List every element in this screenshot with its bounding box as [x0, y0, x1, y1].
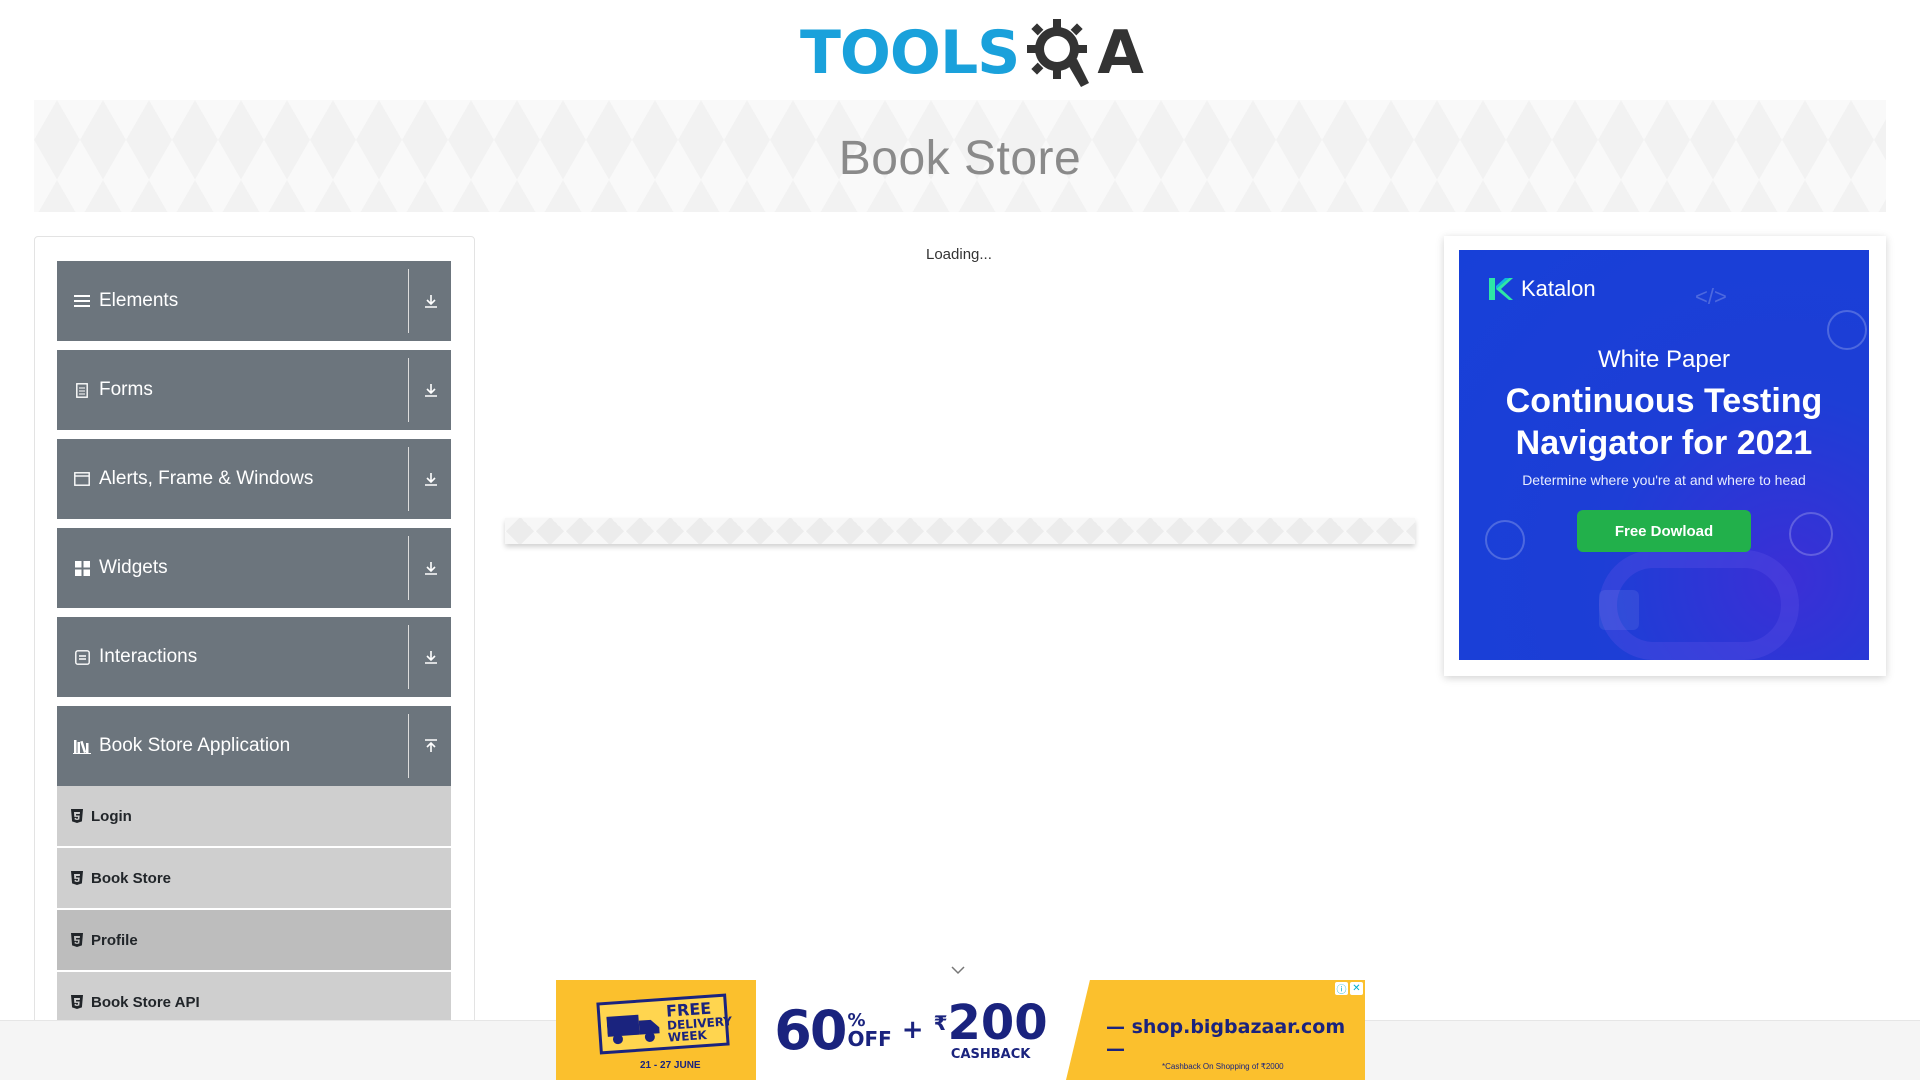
gear-ring-icon	[1827, 310, 1867, 350]
rupee-sign: ₹	[933, 1010, 948, 1035]
loading-placeholder-bar	[505, 518, 1415, 544]
katalon-ad[interactable]: </> Katalon White Paper Continuous Testi…	[1459, 250, 1869, 660]
menu-group-forms[interactable]: Forms	[57, 350, 451, 430]
discount-value: 60	[774, 998, 847, 1062]
group-header[interactable]: Widgets	[57, 528, 451, 608]
group-label: Forms	[99, 379, 153, 400]
ad-url[interactable]: — shop.bigbazaar.com —	[1106, 1016, 1365, 1060]
group-header[interactable]: Book Store Application	[57, 706, 451, 786]
ad-title-line1: Continuous Testing	[1505, 382, 1823, 420]
divider	[408, 447, 409, 511]
submenu-item-login[interactable]: Login	[57, 786, 451, 848]
html5-icon	[71, 933, 83, 947]
loading-text: Loading...	[926, 246, 992, 263]
katalon-k-icon	[1489, 278, 1513, 300]
expand-arrow-icon[interactable]	[419, 645, 443, 669]
katalon-brand: Katalon	[1521, 276, 1596, 301]
close-icon[interactable]: ✕	[1350, 982, 1363, 995]
submenu-label: Profile	[91, 931, 138, 949]
html5-icon	[71, 995, 83, 1009]
ad-title: Continuous Testing Navigator for 2021	[1459, 380, 1869, 464]
books-icon	[73, 737, 91, 755]
cashback-block: ₹200 CASHBACK	[934, 999, 1048, 1062]
submenu-label: Book Store API	[91, 993, 200, 1011]
collapse-arrow-icon[interactable]	[419, 734, 443, 758]
html5-icon	[71, 871, 83, 885]
menu-group-widgets[interactable]: Widgets	[57, 528, 451, 608]
submenu-label: Book Store	[91, 869, 172, 887]
book-store-submenu: Login Book Store Profile Book Store API	[57, 786, 451, 1034]
interactions-icon	[73, 648, 91, 666]
code-icon: </>	[1695, 284, 1727, 309]
week-line: WEEK	[667, 1027, 708, 1045]
plus-sign: +	[901, 1015, 924, 1045]
right-ad-container: </> Katalon White Paper Continuous Testi…	[1444, 236, 1886, 676]
offer-section: 60 % OFF + ₹200 CASHBACK	[756, 980, 1066, 1080]
ad-info-icon[interactable]: ⓘ	[1335, 982, 1348, 996]
group-label: Alerts, Frame & Windows	[99, 468, 314, 489]
group-label: Interactions	[99, 646, 198, 667]
url-section: — shop.bigbazaar.com — *Cashback On Shop…	[1066, 980, 1365, 1080]
submenu-item-profile[interactable]: Profile	[57, 910, 451, 972]
toolsqa-logo[interactable]: TOOLS A	[800, 14, 1144, 92]
rocket-icon	[1789, 512, 1833, 556]
group-label: Elements	[99, 290, 179, 311]
ad-subtitle: White Paper	[1597, 346, 1731, 373]
submenu-item-book-store[interactable]: Book Store	[57, 848, 451, 910]
cashback-label: CASHBACK	[950, 1046, 1031, 1062]
left-nav-panel: Elements Forms Alerts, Frame & Windows W…	[34, 236, 475, 1080]
group-label: Book Store Application	[99, 735, 291, 756]
divider	[408, 625, 409, 689]
logo-suffix: A	[1097, 18, 1144, 88]
list-icon	[1599, 590, 1639, 630]
expand-arrow-icon[interactable]	[419, 378, 443, 402]
off-label: OFF	[847, 1027, 892, 1051]
ad-title-line2: Navigator for 2021	[1515, 424, 1813, 462]
menu-group-interactions[interactable]: Interactions	[57, 617, 451, 697]
bars-icon	[73, 292, 91, 310]
ad-controls: ⓘ ✕	[1335, 982, 1363, 996]
ad-fine-print: *Cashback On Shopping of ₹2000	[1162, 1062, 1284, 1071]
free-delivery-section: FREE DELIVERY WEEK 21 - 27 JUNE	[556, 980, 756, 1080]
expand-arrow-icon[interactable]	[419, 556, 443, 580]
divider	[408, 269, 409, 333]
divider	[408, 358, 409, 422]
html5-icon	[71, 809, 83, 823]
page-title: Book Store	[838, 131, 1082, 185]
bigbazaar-ad[interactable]: FREE DELIVERY WEEK 21 - 27 JUNE 60 % OFF…	[556, 980, 1365, 1080]
chevron-down-icon[interactable]	[950, 964, 966, 976]
cashback-amount: ₹200	[934, 999, 1048, 1047]
menu-group-elements[interactable]: Elements	[57, 261, 451, 341]
free-delivery-text: FREE DELIVERY WEEK	[665, 999, 734, 1045]
site-header: TOOLS A	[0, 0, 1920, 100]
group-header[interactable]: Interactions	[57, 617, 451, 697]
divider	[408, 714, 409, 778]
menu-group-book-store-application[interactable]: Book Store Application Login Book Store	[57, 706, 451, 1034]
ad-description: Determine where you're at and where to h…	[1522, 472, 1806, 488]
gear-magnifier-icon	[1023, 15, 1099, 91]
group-label: Widgets	[99, 557, 168, 578]
widgets-icon	[73, 559, 91, 577]
discount-percent: % OFF	[847, 1012, 892, 1051]
page-banner: Book Store	[34, 100, 1886, 212]
menu-group-alerts[interactable]: Alerts, Frame & Windows	[57, 439, 451, 519]
logo-text: TOOLS	[800, 18, 1020, 88]
truck-icon	[606, 1014, 660, 1045]
group-header[interactable]: Forms	[57, 350, 451, 430]
group-header[interactable]: Elements	[57, 261, 451, 341]
expand-arrow-icon[interactable]	[419, 289, 443, 313]
clock-icon	[1485, 520, 1525, 560]
truck-badge: FREE DELIVERY WEEK	[596, 993, 732, 1055]
cashback-value: 200	[947, 994, 1048, 1051]
ad-dates: 21 - 27 JUNE	[640, 1060, 701, 1071]
divider	[408, 536, 409, 600]
expand-arrow-icon[interactable]	[419, 467, 443, 491]
window-icon	[73, 470, 91, 488]
free-download-button[interactable]: Free Dowload	[1577, 510, 1751, 552]
form-icon	[73, 381, 91, 399]
submenu-label: Login	[91, 807, 132, 825]
katalon-logo: Katalon	[1487, 276, 1596, 302]
group-header[interactable]: Alerts, Frame & Windows	[57, 439, 451, 519]
